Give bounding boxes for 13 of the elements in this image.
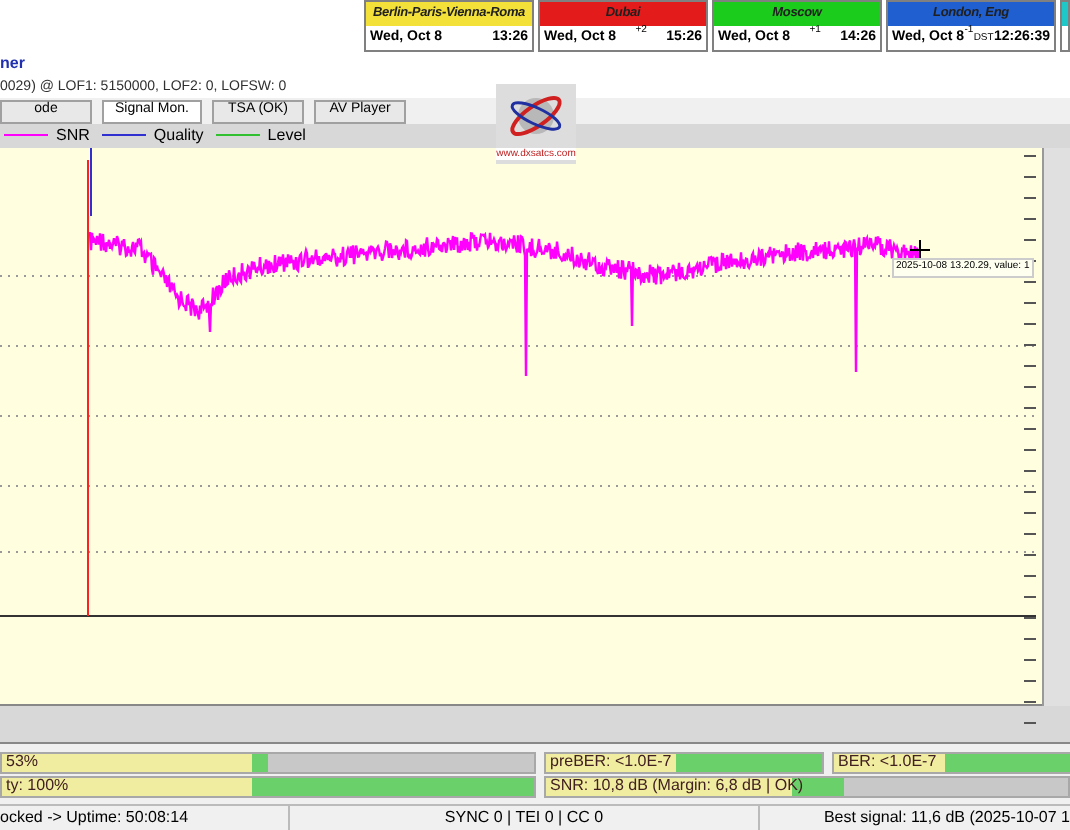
meter-label: ty: 100% — [6, 776, 69, 797]
meter-label: BER: <1.0E-7 — [838, 752, 937, 773]
quality-trace-line — [90, 148, 92, 218]
legend-label: Level — [267, 123, 306, 148]
legend-label: SNR — [56, 123, 90, 148]
status-text: SYNC 0 | TEI 0 | CC 0 — [290, 805, 760, 830]
crosshair-icon — [910, 240, 930, 261]
window-title: ner — [0, 52, 25, 77]
meter-label: preBER: <1.0E-7 — [550, 752, 672, 773]
status-text: ocked -> Uptime: 50:08:14 — [0, 805, 290, 830]
meter-label: 53% — [6, 752, 39, 773]
status-text: Best signal: 11,6 dB (2025-10-07 1 — [821, 805, 1070, 830]
legend-label: Quality — [153, 123, 204, 148]
